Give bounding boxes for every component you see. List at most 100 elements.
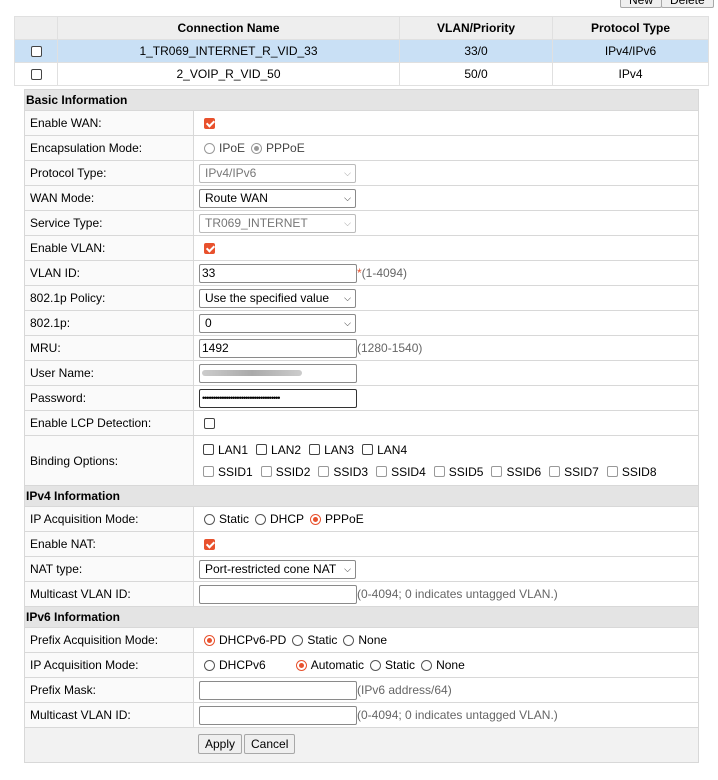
wan-mode-select[interactable]: Route WAN ⌵	[199, 188, 356, 208]
ipv4-info-heading: IPv4 Information	[25, 486, 698, 507]
ssid4-label: SSID4	[391, 464, 426, 479]
protocol-type: IPv4/IPv6	[552, 39, 709, 63]
ipv4-static-radio[interactable]	[204, 513, 215, 525]
enable-nat-checkbox[interactable]	[204, 538, 215, 550]
chevron-down-icon: ⌵	[344, 167, 351, 178]
chevron-down-icon: ⌵	[344, 192, 351, 203]
ipv4-acq-label: IP Acquisition Mode:	[25, 507, 194, 531]
table-header-row: Connection Name VLAN/Priority Protocol T…	[14, 16, 709, 40]
ipv4-mvlan-input[interactable]	[199, 584, 357, 604]
mru-input[interactable]: 1492	[199, 338, 357, 358]
enable-vlan-label: Enable VLAN:	[25, 236, 194, 260]
new-button[interactable]: New	[620, 0, 663, 8]
ipv6-dhcpv6-radio[interactable]	[204, 659, 215, 671]
encap-ipoe-label: IPoE	[219, 141, 246, 155]
apply-button[interactable]: Apply	[198, 734, 243, 754]
ssid5-checkbox[interactable]	[433, 466, 445, 477]
prefix-dhcpv6pd-radio[interactable]	[204, 634, 215, 646]
ipv6-static-radio[interactable]	[370, 659, 382, 671]
prefix-mask-label: Prefix Mask:	[25, 678, 194, 702]
ssid2-checkbox[interactable]	[260, 466, 272, 477]
prefix-acq-label: Prefix Acquisition Mode:	[25, 628, 194, 652]
p8021-value: 0	[205, 316, 212, 330]
delete-button[interactable]: Delete	[661, 0, 714, 8]
select-column-header	[14, 16, 58, 40]
username-label: User Name:	[25, 361, 194, 385]
vlan-id-hint: (1-4094)	[361, 266, 408, 280]
row-checkbox[interactable]	[30, 46, 42, 58]
prefix-mask-input[interactable]	[199, 680, 357, 700]
prefix-none-label: None	[358, 633, 388, 647]
ipv6-mvlan-input[interactable]	[199, 705, 357, 725]
prefix-static-radio[interactable]	[292, 634, 304, 646]
enable-wan-checkbox[interactable]	[204, 117, 215, 129]
vlan-priority: 50/0	[399, 62, 553, 86]
ipv4-static-label: Static	[219, 512, 250, 526]
encap-pppoe-label: PPPoE	[266, 141, 305, 155]
ssid3-checkbox[interactable]	[318, 466, 330, 477]
vlan-id-label: VLAN ID:	[25, 261, 194, 285]
ssid6-checkbox[interactable]	[491, 466, 503, 477]
protocol-type-select[interactable]: IPv4/IPv6 ⌵	[199, 163, 356, 183]
password-label: Password:	[25, 386, 194, 410]
prefix-dhcpv6pd-label: DHCPv6-PD	[219, 633, 287, 647]
cancel-button[interactable]: Cancel	[244, 734, 296, 754]
ssid2-label: SSID2	[275, 464, 311, 479]
protocol-type: IPv4	[552, 62, 709, 86]
table-row[interactable]: 2_VOIP_R_VID_50 50/0 IPv4	[14, 62, 709, 86]
enable-vlan-checkbox[interactable]	[204, 242, 215, 254]
ssid8-checkbox[interactable]	[606, 466, 618, 477]
ipv4-pppoe-radio[interactable]	[310, 513, 322, 525]
row-checkbox[interactable]	[30, 69, 42, 81]
encap-pppoe-radio[interactable]	[251, 142, 263, 154]
encap-ipoe-radio[interactable]	[204, 142, 215, 154]
lan1-checkbox[interactable]	[203, 444, 214, 455]
prefix-static-label: Static	[307, 633, 338, 647]
lan2-checkbox[interactable]	[256, 444, 268, 455]
ssid3-label: SSID3	[333, 464, 369, 479]
chevron-down-icon: ⌵	[344, 217, 351, 228]
ssid8-label: SSID8	[621, 464, 657, 479]
ssid7-label: SSID7	[564, 464, 599, 479]
password-input[interactable]: ••••••••••••••••••••••••••••••••••••	[199, 388, 357, 408]
prefix-mask-hint: (IPv6 address/64)	[357, 683, 452, 697]
table-row[interactable]: 1_TR069_INTERNET_R_VID_33 33/0 IPv4/IPv6	[14, 39, 709, 63]
ipv6-none-radio[interactable]	[421, 659, 433, 671]
nat-type-select[interactable]: Port-restricted cone NAT ⌵	[199, 559, 356, 579]
lan3-checkbox[interactable]	[309, 444, 321, 455]
password-value: ••••••••••••••••••••••••••••••••••••	[202, 393, 280, 403]
ipv6-static-label: Static	[385, 658, 416, 672]
ipv4-dhcp-label: DHCP	[270, 512, 305, 526]
nat-type-label: NAT type:	[25, 557, 194, 581]
prefix-none-radio[interactable]	[343, 634, 355, 646]
policy-select[interactable]: Use the specified value ⌵	[199, 288, 356, 308]
ssid4-checkbox[interactable]	[376, 466, 388, 477]
ipv4-dhcp-radio[interactable]	[255, 513, 267, 525]
ssid6-label: SSID6	[506, 464, 542, 479]
wan-mode-value: Route WAN	[205, 191, 268, 205]
lcp-checkbox[interactable]	[204, 417, 215, 429]
vlan-id-input[interactable]: 33	[199, 263, 357, 283]
connection-table: Connection Name VLAN/Priority Protocol T…	[14, 16, 709, 86]
ipv6-dhcpv6-label: DHCPv6	[219, 658, 266, 672]
chevron-down-icon: ⌵	[344, 563, 351, 574]
mru-value: 1492	[202, 341, 229, 355]
encapsulation-label: Encapsulation Mode:	[25, 136, 194, 160]
service-type-select[interactable]: TR069_INTERNET ⌵	[199, 213, 356, 233]
enable-nat-label: Enable NAT:	[25, 532, 194, 556]
p8021-select[interactable]: 0 ⌵	[199, 313, 356, 333]
ipv4-mvlan-hint: (0-4094; 0 indicates untagged VLAN.)	[357, 587, 558, 601]
ssid7-checkbox[interactable]	[549, 466, 561, 477]
ssid1-checkbox[interactable]	[203, 466, 214, 477]
username-input[interactable]	[199, 363, 357, 383]
ipv4-mvlan-label: Multicast VLAN ID:	[25, 582, 194, 606]
lan4-checkbox[interactable]	[362, 444, 374, 455]
connection-name: 2_VOIP_R_VID_50	[57, 62, 400, 86]
vlan-priority: 33/0	[399, 39, 553, 63]
ipv4-pppoe-label: PPPoE	[325, 512, 364, 526]
lan4-label: LAN4	[377, 442, 408, 457]
protocol-type-label: Protocol Type:	[25, 161, 194, 185]
ipv6-mvlan-hint: (0-4094; 0 indicates untagged VLAN.)	[357, 708, 558, 722]
ipv6-automatic-radio[interactable]	[295, 659, 307, 671]
ipv6-none-label: None	[436, 658, 465, 672]
